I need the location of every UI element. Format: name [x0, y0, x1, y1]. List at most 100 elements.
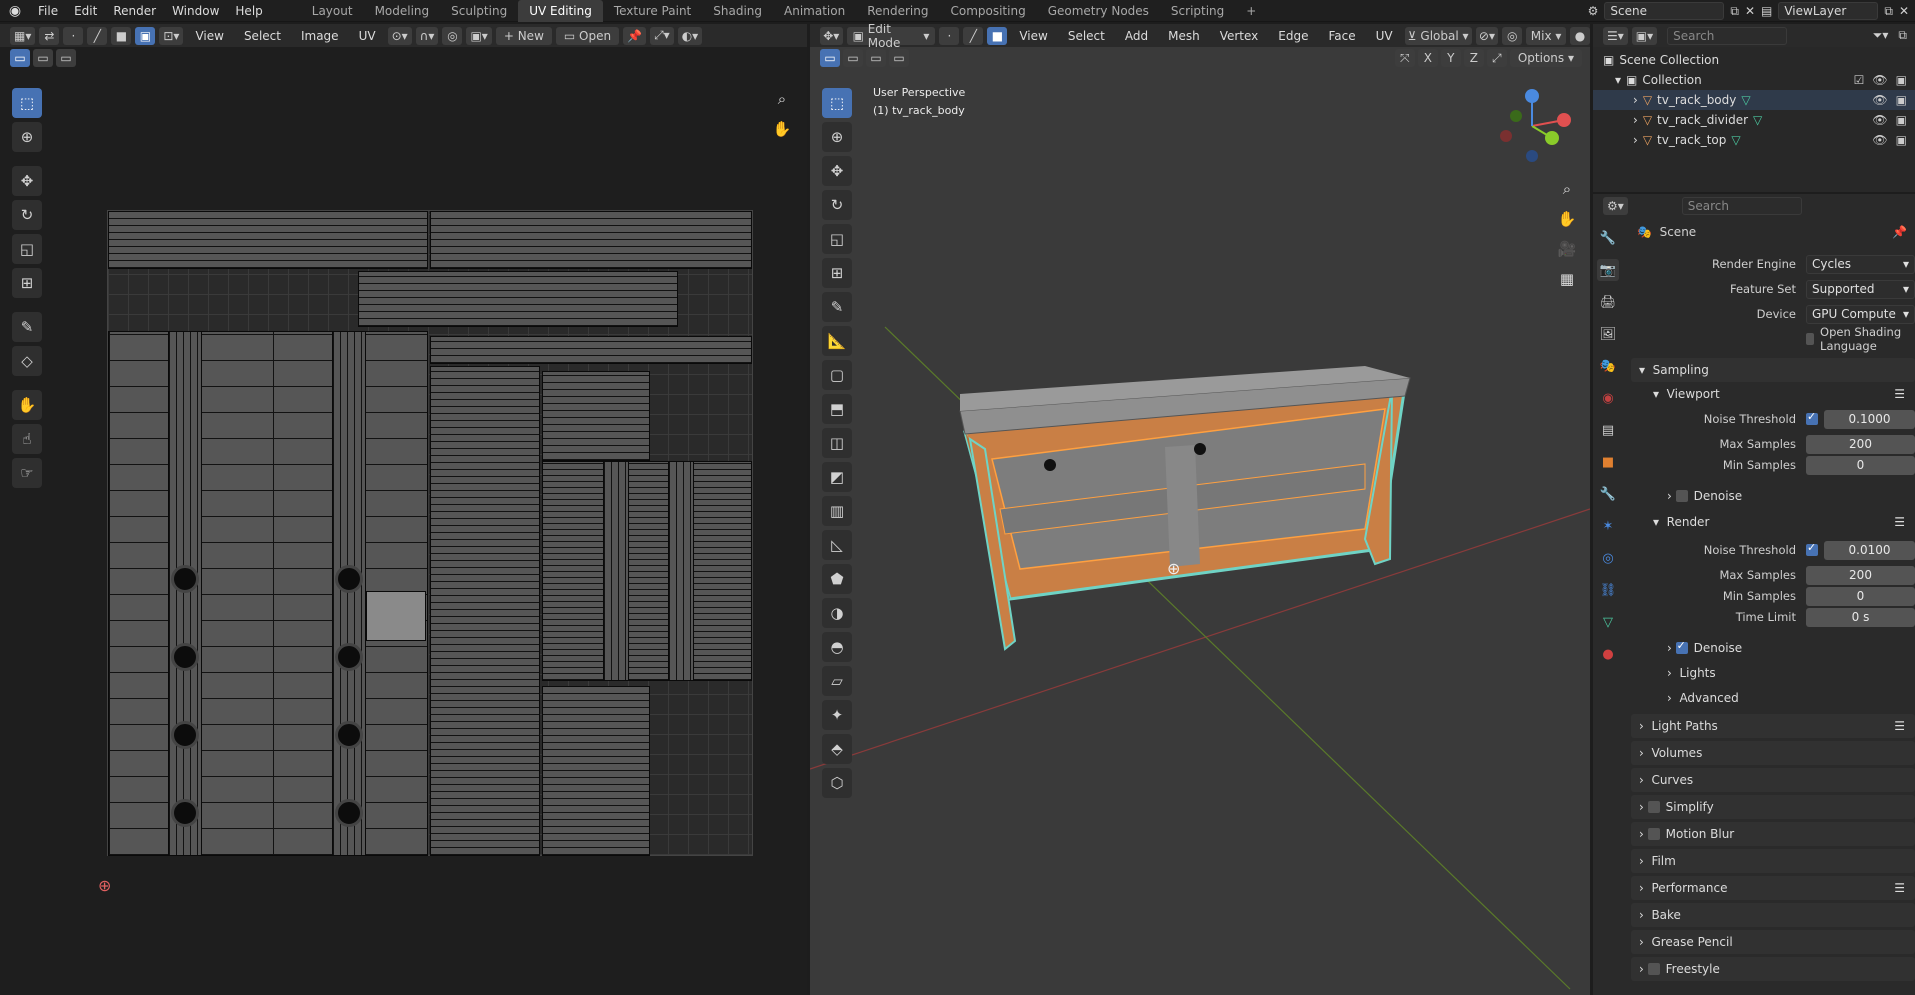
- snap-icon[interactable]: ∩▾: [415, 26, 439, 45]
- pan-icon[interactable]: ✋: [769, 116, 795, 142]
- simplify-panel[interactable]: › Simplify: [1631, 795, 1915, 819]
- island-select-icon[interactable]: ▣: [135, 26, 156, 45]
- preset-list-icon[interactable]: ☰: [1894, 387, 1915, 401]
- r-noise-field[interactable]: 0.0100: [1824, 540, 1915, 560]
- select-subtract-icon[interactable]: ▭: [56, 49, 76, 67]
- uv-menu-image[interactable]: Image: [293, 29, 347, 43]
- tab-uv-editing[interactable]: UV Editing: [518, 0, 603, 22]
- rip-icon[interactable]: ⬡: [822, 768, 852, 798]
- motion-blur-checkbox[interactable]: [1647, 828, 1660, 840]
- view-layer-selector[interactable]: ViewLayer: [1778, 2, 1879, 20]
- outliner-row-scene-collection[interactable]: ▣ Scene Collection: [1593, 50, 1915, 70]
- freestyle-checkbox[interactable]: [1647, 963, 1660, 975]
- vp-noise-field[interactable]: 0.1000: [1824, 409, 1915, 429]
- camera-icon[interactable]: ▣: [1896, 93, 1907, 107]
- view-layer-tab-icon[interactable]: 🖼: [1597, 323, 1619, 345]
- outliner-search[interactable]: Search: [1667, 26, 1788, 45]
- expand-icon[interactable]: ▾: [1615, 73, 1621, 87]
- face-select-icon[interactable]: ■: [111, 26, 132, 45]
- pivot-icon[interactable]: ⊙▾: [387, 26, 412, 45]
- transform-icon[interactable]: ⊞: [12, 268, 42, 298]
- select-new-icon[interactable]: ▭: [820, 49, 840, 67]
- display-mode-icon[interactable]: ▣▾: [1631, 26, 1658, 45]
- new-collection-icon[interactable]: ⧉: [1898, 28, 1915, 43]
- r-denoise-header[interactable]: › Denoise: [1631, 638, 1915, 658]
- tool-tab-icon[interactable]: 🔧: [1597, 227, 1619, 249]
- volumes-panel[interactable]: › Volumes: [1631, 741, 1915, 765]
- eye-icon[interactable]: 👁: [1872, 93, 1887, 107]
- modifier-tab-icon[interactable]: 🔧: [1597, 483, 1619, 505]
- camera-icon[interactable]: 🎥: [1554, 236, 1580, 262]
- preset-list-icon[interactable]: ☰: [1894, 881, 1915, 895]
- bake-panel[interactable]: › Bake: [1631, 903, 1915, 927]
- rotate-icon[interactable]: ↻: [12, 200, 42, 230]
- tab-modeling[interactable]: Modeling: [364, 0, 441, 22]
- data-tab-icon[interactable]: ▽: [1597, 611, 1619, 633]
- new-view-layer-icon[interactable]: ⧉: [1884, 4, 1893, 19]
- cursor-icon[interactable]: ⊕: [822, 122, 852, 152]
- editor-type-icon[interactable]: ✥▾: [820, 26, 843, 45]
- particles-tab-icon[interactable]: ✶: [1597, 515, 1619, 537]
- edge-select-icon[interactable]: ╱: [87, 26, 108, 45]
- shrink-icon[interactable]: ✦: [822, 700, 852, 730]
- rip-icon[interactable]: ◇: [12, 346, 42, 376]
- shear-icon[interactable]: ⬘: [822, 734, 852, 764]
- r-noise-checkbox[interactable]: [1806, 541, 1818, 556]
- zoom-icon[interactable]: ⌕: [769, 86, 795, 112]
- overlay-icon[interactable]: ◐▾: [677, 26, 703, 45]
- inset-icon[interactable]: ◫: [822, 428, 852, 458]
- camera-icon[interactable]: ▣: [1896, 73, 1907, 87]
- uv-canvas[interactable]: [107, 210, 753, 856]
- menu-window[interactable]: Window: [164, 0, 227, 22]
- shading-mix-selector[interactable]: Mix ▾: [1526, 26, 1566, 45]
- menu-edit[interactable]: Edit: [66, 0, 105, 22]
- feature-set-dropdown[interactable]: Supported ▾: [1806, 279, 1915, 299]
- image-browse-icon[interactable]: ▣▾: [466, 26, 492, 45]
- film-panel[interactable]: › Film: [1631, 849, 1915, 873]
- pan-icon[interactable]: ✋: [1554, 206, 1580, 232]
- vertex-mode-icon[interactable]: ·: [939, 26, 960, 45]
- scene-tab-icon[interactable]: 🎭: [1597, 355, 1619, 377]
- render-engine-dropdown[interactable]: Cycles ▾: [1806, 254, 1915, 274]
- pin-icon[interactable]: 📌: [623, 26, 647, 45]
- vertex-select-icon[interactable]: ·: [63, 26, 84, 45]
- new-scene-icon[interactable]: ⧉: [1730, 4, 1739, 19]
- axis-x-toggle[interactable]: X: [1417, 49, 1438, 67]
- transform-icon[interactable]: ⊞: [822, 258, 852, 288]
- orientation-selector[interactable]: ⊻ Global ▾: [1404, 26, 1472, 45]
- editor-type-icon[interactable]: ▦▾: [10, 26, 36, 45]
- world-tab-icon[interactable]: ◉: [1597, 387, 1619, 409]
- proportional-icon[interactable]: ◎: [1502, 26, 1523, 45]
- outliner-row-object[interactable]: › ▽ tv_rack_top ▽ 👁 ▣: [1593, 130, 1915, 150]
- axis-z-toggle[interactable]: Z: [1463, 49, 1484, 67]
- vp-menu-mesh[interactable]: Mesh: [1160, 29, 1208, 43]
- eye-icon[interactable]: 👁: [1872, 113, 1887, 127]
- navigation-gizmo[interactable]: [1492, 86, 1572, 166]
- object-tab-icon[interactable]: ■: [1597, 451, 1619, 473]
- tab-rendering[interactable]: Rendering: [856, 0, 939, 22]
- preset-list-icon[interactable]: ☰: [1894, 515, 1915, 529]
- vp-menu-view[interactable]: View: [1011, 29, 1055, 43]
- blender-logo-icon[interactable]: ◉: [0, 0, 30, 22]
- add-cube-icon[interactable]: ▢: [822, 360, 852, 390]
- render-tab-icon[interactable]: 📷: [1597, 259, 1619, 281]
- device-dropdown[interactable]: GPU Compute ▾: [1806, 304, 1915, 324]
- vp-menu-vertex[interactable]: Vertex: [1212, 29, 1267, 43]
- select-extend-icon[interactable]: ▭: [33, 49, 53, 67]
- uv-menu-view[interactable]: View: [187, 29, 231, 43]
- menu-file[interactable]: File: [30, 0, 66, 22]
- motion-blur-panel[interactable]: › Motion Blur: [1631, 822, 1915, 846]
- render-subpanel-header[interactable]: ▾ Render ☰: [1631, 512, 1915, 532]
- vp-denoise-checkbox[interactable]: [1675, 490, 1688, 502]
- sampling-panel-header[interactable]: ▾ Sampling: [1631, 358, 1915, 382]
- tab-scripting[interactable]: Scripting: [1160, 0, 1235, 22]
- poly-build-icon[interactable]: ⬟: [822, 564, 852, 594]
- delete-scene-icon[interactable]: ✕: [1745, 4, 1755, 18]
- pin-icon[interactable]: 📌: [1892, 225, 1915, 239]
- tab-shading[interactable]: Shading: [702, 0, 773, 22]
- preset-list-icon[interactable]: ☰: [1894, 719, 1915, 733]
- snap-icon[interactable]: ⊘▾: [1475, 26, 1499, 45]
- osl-row[interactable]: Open Shading Language: [1631, 325, 1915, 353]
- grab-icon[interactable]: ✋: [12, 390, 42, 420]
- perspective-grid-icon[interactable]: ▦: [1554, 266, 1580, 292]
